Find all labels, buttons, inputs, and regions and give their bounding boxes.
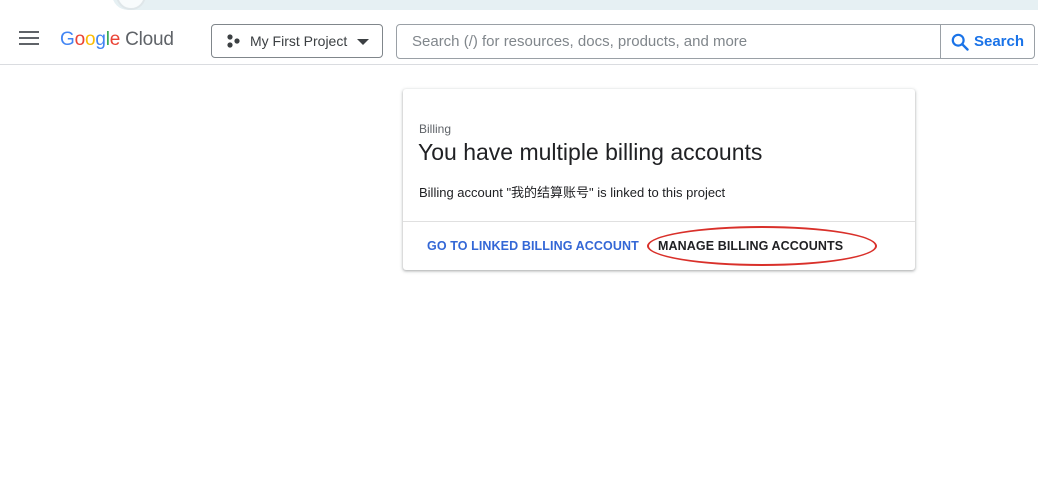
logo-cloud-text: Cloud [125,29,174,50]
caret-down-icon [357,39,369,45]
search-button-label: Search [973,33,1025,50]
logo-letter: o [84,29,96,50]
main-menu-button[interactable] [14,23,44,53]
top-header: Go o g l e Cloud My First Project Search [0,12,1038,65]
logo-letter: e [109,29,121,50]
card-divider [403,221,915,222]
search-box: Search [396,24,1035,59]
address-bar-fragment [112,0,1038,10]
search-input[interactable] [397,25,940,58]
card-eyebrow: Billing [419,122,452,136]
project-dots-icon [227,34,240,48]
go-to-linked-billing-account-button[interactable]: GO TO LINKED BILLING ACCOUNT [427,239,639,253]
google-cloud-logo[interactable]: Go o g l e Cloud [60,28,174,52]
manage-billing-accounts-button[interactable]: MANAGE BILLING ACCOUNTS [658,239,843,253]
logo-letter: g [95,29,106,50]
browser-top-strip [0,0,1038,12]
project-name: My First Project [250,33,348,49]
hamburger-menu-icon [19,31,39,45]
logo-letter: o [74,29,86,50]
card-title: You have multiple billing accounts [418,139,763,165]
card-description: Billing account "我的结算账号" is linked to th… [419,185,726,200]
logo-letter: G [60,29,75,50]
search-button[interactable]: Search [940,25,1034,58]
project-picker-button[interactable]: My First Project [211,24,383,58]
search-icon [951,33,969,51]
billing-card: Billing You have multiple billing accoun… [403,89,915,270]
